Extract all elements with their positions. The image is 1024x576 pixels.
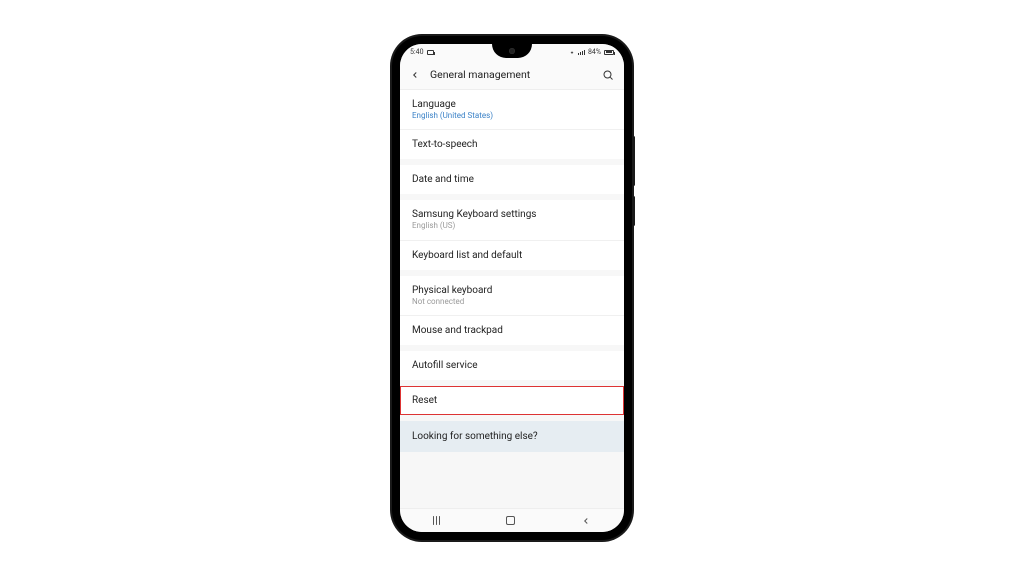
settings-group: Samsung Keyboard settings English (US) K… (400, 200, 624, 269)
footer-prompt[interactable]: Looking for something else? (400, 421, 624, 452)
nav-back-icon[interactable] (581, 516, 591, 526)
item-label: Text-to-speech (412, 138, 612, 151)
battery-pct: 84% (588, 48, 601, 56)
signal-icon (578, 50, 586, 55)
phone-frame: 5:40 ⋆ 84% General management (392, 36, 632, 540)
item-sub: English (US) (412, 221, 612, 231)
item-label: Reset (412, 394, 612, 407)
settings-group: Reset (400, 386, 624, 415)
settings-item-tts[interactable]: Text-to-speech (400, 129, 624, 159)
settings-group: Physical keyboard Not connected Mouse an… (400, 276, 624, 345)
item-sub: Not connected (412, 297, 612, 307)
item-label: Date and time (412, 173, 612, 186)
camera-icon (427, 50, 434, 55)
settings-item-datetime[interactable]: Date and time (400, 165, 624, 194)
nav-home-icon[interactable] (506, 516, 515, 525)
settings-item-physical-keyboard[interactable]: Physical keyboard Not connected (400, 276, 624, 315)
item-label: Autofill service (412, 359, 612, 372)
item-label: Mouse and trackpad (412, 324, 612, 337)
power-button (632, 196, 635, 226)
settings-item-samsung-keyboard[interactable]: Samsung Keyboard settings English (US) (400, 200, 624, 239)
settings-list: Language English (United States) Text-to… (400, 90, 624, 508)
settings-item-language[interactable]: Language English (United States) (400, 90, 624, 129)
settings-group: Language English (United States) Text-to… (400, 90, 624, 159)
wifi-icon: ⋆ (569, 48, 574, 57)
item-sub: English (United States) (412, 111, 612, 121)
item-label: Language (412, 98, 612, 111)
settings-item-keyboard-list[interactable]: Keyboard list and default (400, 240, 624, 270)
battery-icon (604, 50, 614, 55)
volume-button (632, 136, 635, 186)
page-title: General management (430, 68, 592, 81)
nav-bar (400, 508, 624, 532)
settings-item-reset[interactable]: Reset (400, 386, 624, 415)
search-icon[interactable] (602, 69, 614, 81)
settings-group: Date and time (400, 165, 624, 194)
status-time: 5:40 (410, 48, 424, 56)
app-header: General management (400, 60, 624, 90)
settings-group: Autofill service (400, 351, 624, 380)
settings-item-autofill[interactable]: Autofill service (400, 351, 624, 380)
back-icon[interactable] (410, 70, 420, 80)
screen: 5:40 ⋆ 84% General management (400, 44, 624, 532)
item-label: Keyboard list and default (412, 249, 612, 262)
settings-item-mouse-trackpad[interactable]: Mouse and trackpad (400, 315, 624, 345)
nav-recent-icon[interactable] (433, 516, 441, 525)
item-label: Physical keyboard (412, 284, 612, 297)
item-label: Samsung Keyboard settings (412, 208, 612, 221)
